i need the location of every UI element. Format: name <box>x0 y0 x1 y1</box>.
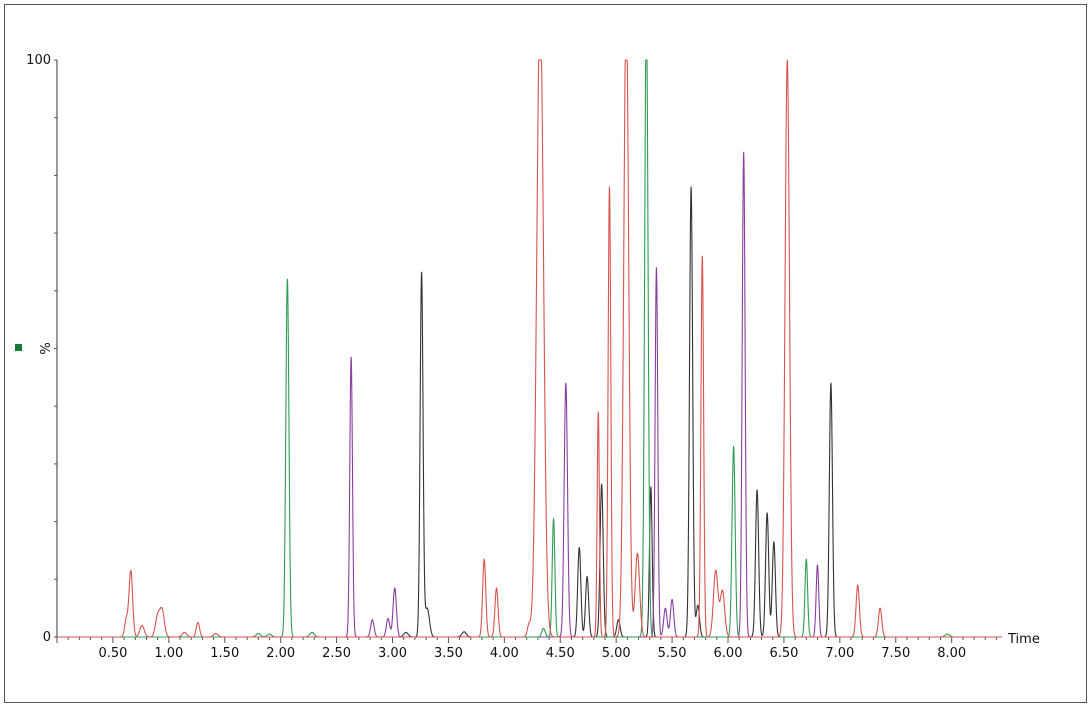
x-tick-label: 4.00 <box>490 646 519 661</box>
axes: 0 100 0.50 1.00 1.50 2.00 2.50 3.00 3.50 4.00 4.50… <box>26 53 1002 661</box>
x-tick-label: 2.50 <box>322 646 351 661</box>
x-tick-label: 8.00 <box>937 646 966 661</box>
y-tick-label: 0 <box>43 630 51 645</box>
series-marker <box>15 344 22 351</box>
y-axis-label: % <box>39 342 54 354</box>
chromatogram-traces <box>56 59 1003 638</box>
x-tick-label: 3.00 <box>378 646 407 661</box>
x-tick-label: 1.50 <box>210 646 239 661</box>
x-tick-label: 3.50 <box>434 646 463 661</box>
trace-green <box>56 59 1003 638</box>
trace-black <box>56 186 1003 638</box>
x-tick-label: 4.50 <box>546 646 575 661</box>
x-tick-label: 5.00 <box>602 646 631 661</box>
chromatogram-chart: 0 100 0.50 1.00 1.50 2.00 2.50 3.00 3.50 4.00 4.50… <box>15 53 1040 661</box>
axis-labels: % Time <box>39 342 1040 647</box>
x-axis-label: Time <box>1007 632 1040 647</box>
x-tick-label: 6.50 <box>769 646 798 661</box>
x-tick-label: 6.00 <box>714 646 743 661</box>
y-tick-label: 100 <box>26 53 51 68</box>
x-tick-label: 1.00 <box>154 646 183 661</box>
trace-red <box>56 59 1003 638</box>
x-tick-label: 2.00 <box>266 646 295 661</box>
x-tick-label: 7.00 <box>825 646 854 661</box>
x-tick-label: 7.50 <box>881 646 910 661</box>
trace-purple <box>56 151 1003 638</box>
x-tick-label: 5.50 <box>658 646 687 661</box>
x-tick-label: 0.50 <box>98 646 127 661</box>
